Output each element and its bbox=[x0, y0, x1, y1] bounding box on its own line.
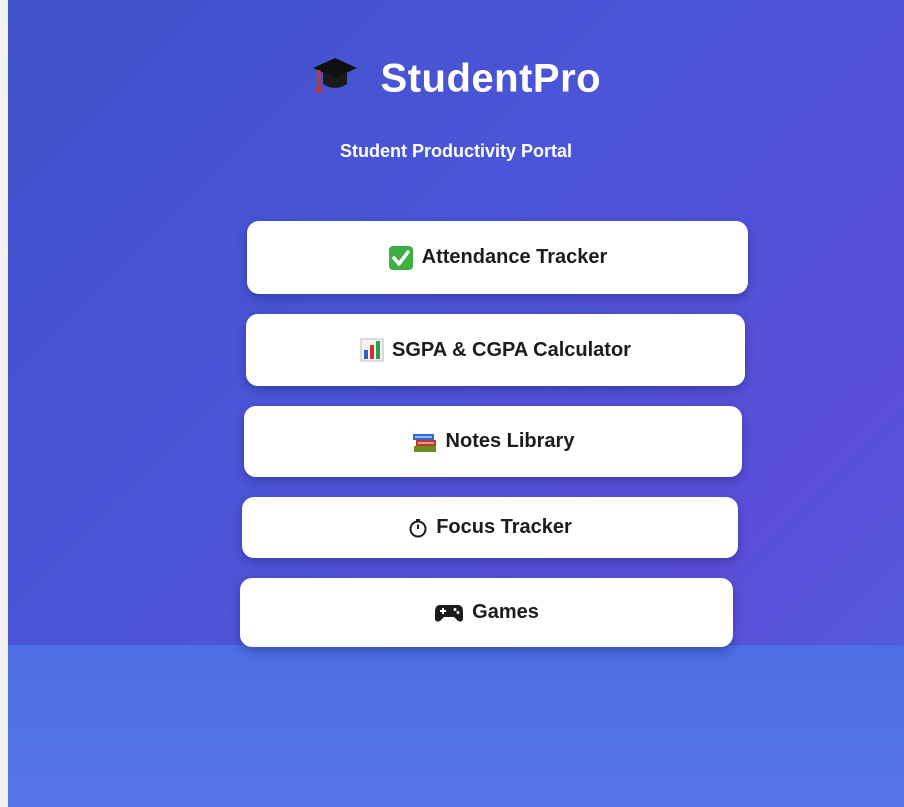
stopwatch-icon bbox=[408, 518, 428, 538]
notes-library-label: Notes Library bbox=[445, 430, 575, 452]
app-screen: StudentPro Student Productivity Portal A… bbox=[8, 0, 904, 807]
games-label: Games bbox=[472, 601, 539, 623]
game-controller-icon bbox=[434, 602, 464, 624]
app-header: StudentPro bbox=[8, 52, 904, 106]
check-mark-icon bbox=[388, 245, 414, 271]
sgpa-cgpa-calculator-label: SGPA & CGPA Calculator bbox=[392, 338, 631, 361]
sgpa-cgpa-calculator-button[interactable]: SGPA & CGPA Calculator bbox=[246, 314, 745, 386]
graduation-cap-icon bbox=[311, 52, 359, 106]
books-icon bbox=[412, 430, 438, 454]
app-subtitle: Student Productivity Portal bbox=[339, 141, 573, 161]
focus-tracker-button[interactable]: Focus Tracker bbox=[242, 497, 738, 558]
focus-tracker-label: Focus Tracker bbox=[436, 516, 572, 538]
bar-chart-icon bbox=[360, 338, 384, 362]
games-button[interactable]: Games bbox=[240, 578, 733, 647]
attendance-tracker-label: Attendance Tracker bbox=[421, 246, 608, 268]
attendance-tracker-button[interactable]: Attendance Tracker bbox=[247, 221, 748, 294]
notes-library-button[interactable]: Notes Library bbox=[244, 406, 742, 477]
app-title: StudentPro bbox=[380, 56, 602, 101]
background-lower-band bbox=[8, 645, 904, 807]
